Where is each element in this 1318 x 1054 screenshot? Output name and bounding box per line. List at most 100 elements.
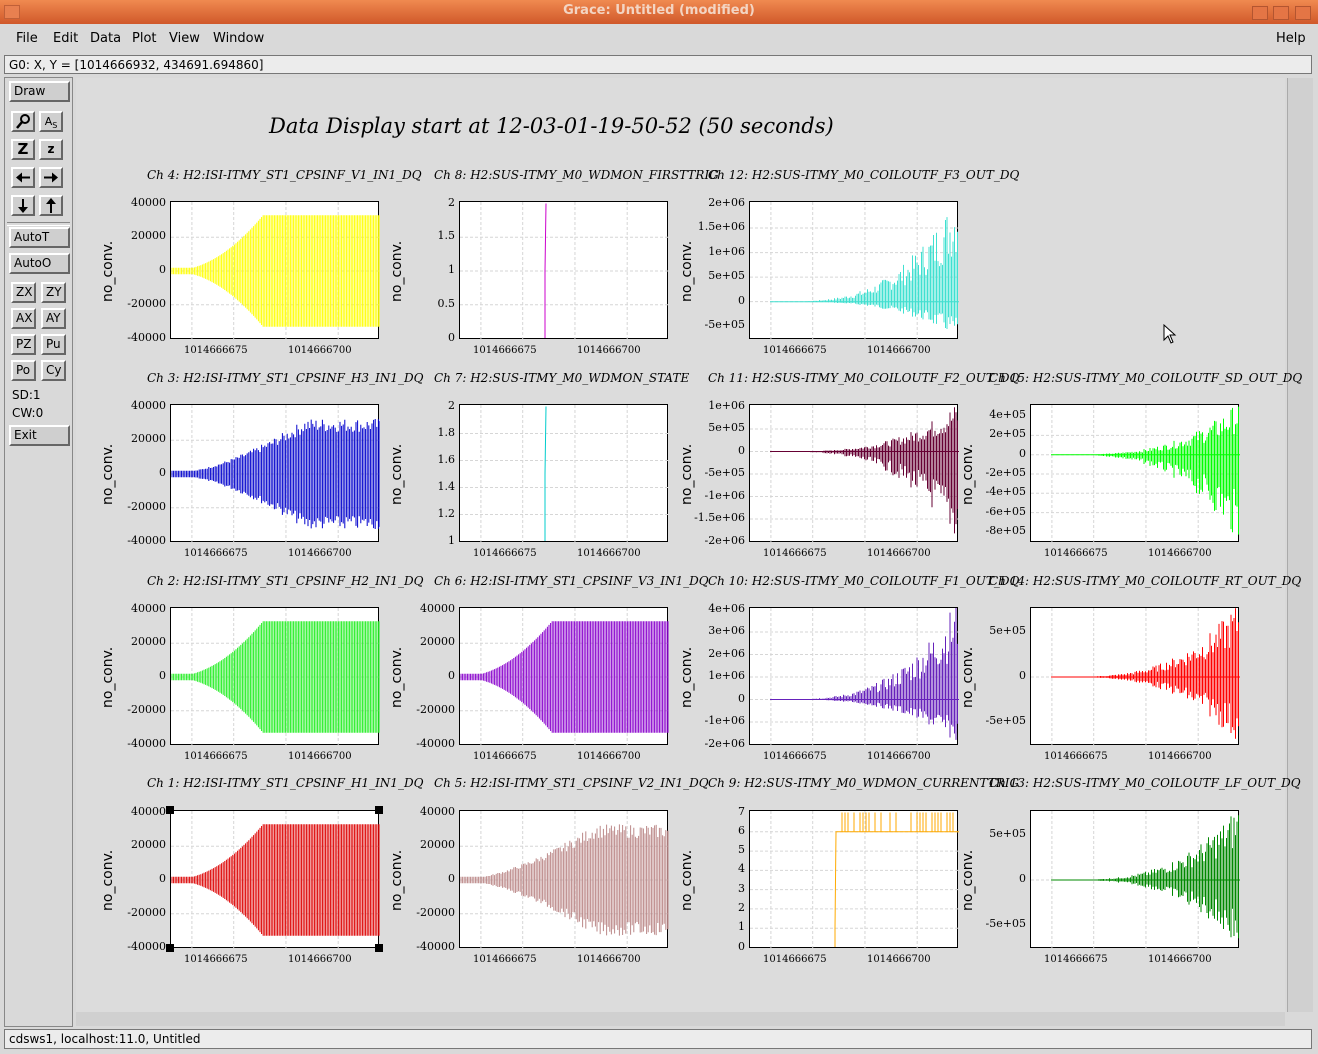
x-tick-label: 1014666700	[1148, 548, 1212, 559]
chart-plot-area[interactable]	[749, 607, 959, 746]
x-tick-label: 1014666700	[288, 548, 352, 559]
draw-button[interactable]: Draw	[9, 81, 70, 102]
menu-plot[interactable]: Plot	[132, 31, 157, 46]
y-tick-label: 5e+05	[989, 827, 1026, 840]
zoom-in-icon[interactable]: Z	[11, 139, 35, 160]
y-axis-label: no_conv.	[100, 443, 116, 505]
chart-plot-area[interactable]	[459, 607, 669, 746]
exit-button[interactable]: Exit	[9, 425, 70, 446]
y-axis-label: no_conv.	[679, 646, 695, 708]
y-tick-label: -5e+05	[985, 714, 1026, 727]
chart-title: Ch 8: H2:SUS-ITMY_M0_WDMON_FIRSTTRIG	[434, 168, 719, 182]
chart-plot-area[interactable]	[1030, 810, 1240, 949]
x-tick-label: 1014666675	[184, 954, 248, 965]
cy-button[interactable]: Cy	[41, 360, 66, 381]
y-tick-label: 40000	[131, 804, 166, 818]
ay-button[interactable]: AY	[41, 308, 66, 329]
sd-readout: SD:1	[12, 388, 41, 402]
chart-title: Ch 10: H2:SUS-ITMY_M0_COILOUTF_F1_OUT_DQ	[708, 574, 1020, 588]
x-tick-label: 1014666675	[473, 548, 537, 559]
x-tick-label: 1014666675	[1044, 954, 1108, 965]
y-axis-label: no_conv.	[960, 849, 976, 911]
y-axis-label: no_conv.	[100, 849, 116, 911]
x-tick-label: 1014666675	[763, 548, 827, 559]
menu-data[interactable]: Data	[90, 31, 121, 46]
chart-plot-area[interactable]	[459, 404, 669, 543]
horizontal-scrollbar[interactable]	[76, 1012, 1285, 1026]
chart-title: Ch 13: H2:SUS-ITMY_M0_COILOUTF_LF_OUT_DQ	[989, 776, 1301, 790]
chart-svg	[750, 811, 959, 949]
selection-handle[interactable]	[166, 944, 174, 952]
close-icon[interactable]	[1295, 6, 1311, 20]
selection-handle[interactable]	[375, 806, 383, 814]
x-tick-label: 1014666675	[763, 751, 827, 762]
menu-file[interactable]: File	[16, 31, 38, 46]
zoom-icon[interactable]	[11, 111, 35, 132]
selection-handle[interactable]	[166, 806, 174, 814]
ax-button[interactable]: AX	[11, 308, 36, 329]
autoscale-text-icon[interactable]: AS	[39, 111, 63, 132]
chart-plot-area[interactable]	[1030, 607, 1240, 746]
menu-view[interactable]: View	[169, 31, 200, 46]
zx-button[interactable]: ZX	[11, 282, 36, 303]
chart-plot-area[interactable]	[459, 201, 669, 340]
pan-right-icon[interactable]	[39, 167, 63, 188]
y-tick-label: 2e+05	[989, 427, 1026, 441]
y-axis-label: no_conv.	[389, 240, 405, 302]
autoo-button[interactable]: AutoO	[9, 253, 70, 274]
y-tick-label: -1.5e+06	[694, 511, 745, 524]
y-tick-label: 1	[738, 920, 745, 934]
chart-plot-area[interactable]	[749, 404, 959, 543]
chart-plot-area[interactable]	[170, 404, 380, 543]
y-tick-label: -40000	[127, 939, 166, 953]
y-tick-label: -40000	[416, 736, 455, 750]
chart-plot-area[interactable]	[170, 607, 380, 746]
x-tick-label: 1014666700	[867, 954, 931, 965]
chart-svg	[750, 405, 959, 543]
chart-plot-area[interactable]	[749, 810, 959, 949]
x-tick-label: 1014666700	[577, 954, 641, 965]
x-tick-label: 1014666700	[288, 954, 352, 965]
x-tick-label: 1014666700	[288, 345, 352, 356]
zy-button[interactable]: ZY	[41, 282, 66, 303]
pu-button[interactable]: Pu	[41, 334, 66, 355]
chart-title: Ch 4: H2:ISI-ITMY_ST1_CPSINF_V1_IN1_DQ	[147, 168, 422, 182]
vertical-scrollbar[interactable]	[1287, 78, 1313, 1012]
chart-plot-area[interactable]	[170, 810, 380, 949]
maximize-icon[interactable]	[1273, 6, 1289, 20]
y-tick-label: 2	[448, 195, 455, 209]
chart-svg	[750, 608, 959, 746]
tool-panel: Draw AS Z z AutoT AutoO ZX ZY AX AY PZ P…	[4, 77, 73, 1027]
x-tick-label: 1014666700	[867, 345, 931, 356]
pan-up-icon[interactable]	[39, 195, 63, 216]
autot-button[interactable]: AutoT	[9, 227, 70, 248]
x-tick-label: 1014666675	[763, 345, 827, 356]
y-tick-label: 0	[448, 330, 455, 344]
chart-plot-area[interactable]	[1030, 404, 1240, 543]
chart-plot-area[interactable]	[749, 201, 959, 340]
menu-edit[interactable]: Edit	[53, 31, 78, 46]
y-tick-label: -40000	[127, 533, 166, 547]
chart-svg	[1031, 405, 1240, 543]
chart-title: Ch 5: H2:ISI-ITMY_ST1_CPSINF_V2_IN1_DQ	[434, 776, 709, 790]
x-tick-label: 1014666700	[1148, 751, 1212, 762]
chart-title: Ch 6: H2:ISI-ITMY_ST1_CPSINF_V3_IN1_DQ	[434, 574, 709, 588]
chart-plot-area[interactable]	[170, 201, 380, 340]
chart-plot-area[interactable]	[459, 810, 669, 949]
po-button[interactable]: Po	[11, 360, 36, 381]
y-tick-label: 6	[738, 823, 745, 837]
zoom-out-icon[interactable]: z	[39, 139, 63, 160]
pan-left-icon[interactable]	[11, 167, 35, 188]
y-tick-label: 1.8	[437, 425, 456, 439]
pan-down-icon[interactable]	[11, 195, 35, 216]
menu-window[interactable]: Window	[213, 31, 264, 46]
selection-handle[interactable]	[375, 944, 383, 952]
y-tick-label: 40000	[420, 804, 455, 818]
minimize-icon[interactable]	[1252, 6, 1268, 20]
menu-help[interactable]: Help	[1276, 31, 1306, 46]
pz-button[interactable]: PZ	[11, 334, 36, 355]
chart-title: Ch 2: H2:ISI-ITMY_ST1_CPSINF_H2_IN1_DQ	[147, 574, 424, 588]
y-tick-label: 4e+05	[989, 408, 1026, 422]
y-tick-label: -6e+05	[985, 504, 1026, 518]
x-tick-label: 1014666700	[577, 548, 641, 559]
